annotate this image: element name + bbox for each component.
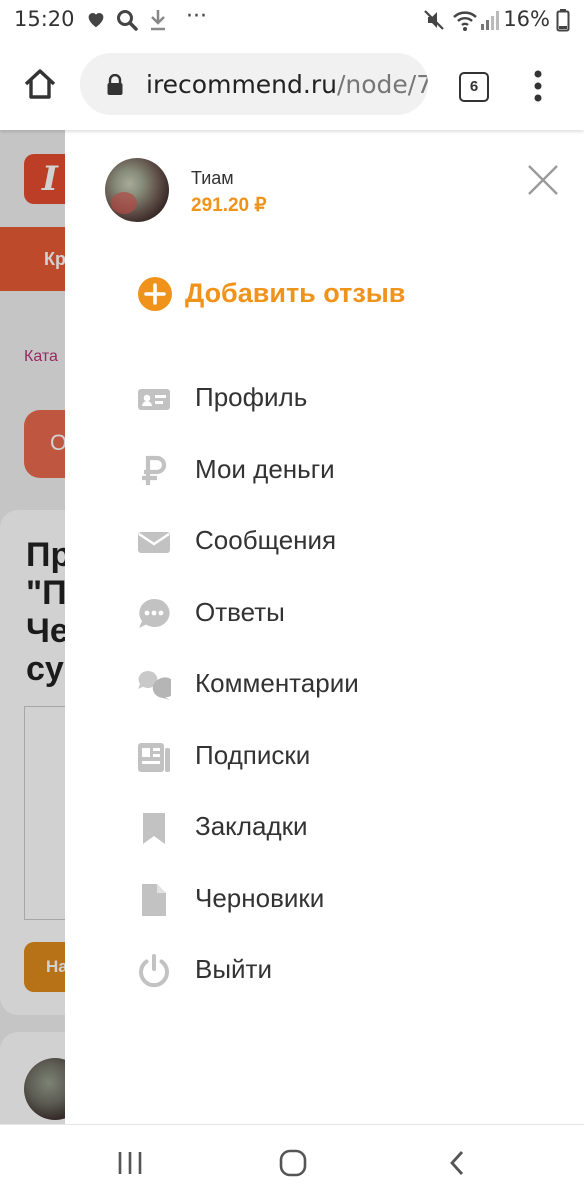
status-bar: 15:20 ··· 16% xyxy=(0,0,584,40)
envelope-icon xyxy=(138,532,170,553)
power-icon xyxy=(139,954,169,988)
menu-item-label: Комментарии xyxy=(195,668,359,698)
browser-toolbar: irecommend.ru/node/7 6 xyxy=(0,40,584,130)
home-button[interactable] xyxy=(20,64,60,104)
url-path: /node/7 xyxy=(336,70,428,99)
url-host: irecommend.ru xyxy=(146,70,337,99)
browser-menu-button[interactable] xyxy=(530,68,546,104)
user-menu-list: Профиль Мои деньги Сообщения Ответы Комм… xyxy=(137,362,557,1006)
signal-icon xyxy=(480,8,500,36)
recent-apps-button[interactable] xyxy=(117,1149,143,1182)
menu-item-logout[interactable]: Выйти xyxy=(137,934,557,1006)
plus-circle-icon xyxy=(138,277,172,311)
battery-level: 16% xyxy=(503,7,550,31)
menu-item-answers[interactable]: Ответы xyxy=(137,577,557,649)
menu-item-label: Черновики xyxy=(195,882,325,913)
menu-item-drafts[interactable]: Черновики xyxy=(137,863,557,935)
back-button[interactable] xyxy=(447,1149,467,1182)
lock-icon xyxy=(106,73,124,101)
heart-icon xyxy=(85,8,107,34)
tab-switcher-button[interactable]: 6 xyxy=(459,72,489,102)
wifi-icon xyxy=(452,8,478,36)
status-time: 15:20 xyxy=(14,7,75,31)
menu-item-messages[interactable]: Сообщения xyxy=(137,505,557,577)
add-review-label: Добавить отзыв xyxy=(185,278,406,308)
menu-item-label: Сообщения xyxy=(195,525,337,555)
menu-item-label: Ответы xyxy=(195,596,285,627)
home-nav-button[interactable] xyxy=(279,1149,307,1182)
comments-icon xyxy=(138,671,171,700)
newspaper-icon xyxy=(138,742,170,772)
address-bar[interactable]: irecommend.ru/node/7 xyxy=(80,53,428,115)
url-text: irecommend.ru/node/7 xyxy=(146,70,428,99)
kebab-menu-icon xyxy=(534,70,542,102)
more-notifications-icon: ··· xyxy=(186,4,207,29)
recent-apps-icon xyxy=(118,1152,142,1174)
user-avatar[interactable] xyxy=(105,158,169,222)
ruble-icon xyxy=(142,455,167,485)
chevron-left-icon xyxy=(450,1151,464,1175)
user-balance: 291.20 ₽ xyxy=(191,195,267,216)
bookmark-icon xyxy=(143,813,165,844)
menu-item-subscriptions[interactable]: Подписки xyxy=(137,720,557,792)
document-icon xyxy=(142,883,166,916)
close-button[interactable] xyxy=(523,160,563,200)
menu-item-money[interactable]: Мои деньги xyxy=(137,434,557,506)
download-icon xyxy=(148,8,168,36)
user-name[interactable]: Тиам xyxy=(191,168,234,189)
battery-icon xyxy=(556,8,570,36)
menu-item-label: Мои деньги xyxy=(195,453,335,484)
menu-item-comments[interactable]: Комментарии xyxy=(137,648,557,720)
menu-item-profile[interactable]: Профиль xyxy=(137,362,557,434)
close-icon xyxy=(528,165,558,195)
profile-card-icon xyxy=(138,389,170,410)
menu-item-label: Профиль xyxy=(195,382,308,412)
user-menu-drawer: Тиам 291.20 ₽ Добавить отзыв Профиль Мои… xyxy=(65,130,584,1124)
home-circle-icon xyxy=(279,1149,307,1177)
menu-item-label: Подписки xyxy=(195,739,311,770)
search-icon xyxy=(115,8,139,36)
system-navigation-bar xyxy=(0,1124,584,1201)
chat-bubble-icon xyxy=(139,598,170,628)
menu-item-bookmarks[interactable]: Закладки xyxy=(137,791,557,863)
menu-item-label: Закладки xyxy=(195,811,308,841)
home-icon xyxy=(24,69,56,99)
menu-item-label: Выйти xyxy=(195,954,272,984)
mute-icon xyxy=(422,8,446,36)
